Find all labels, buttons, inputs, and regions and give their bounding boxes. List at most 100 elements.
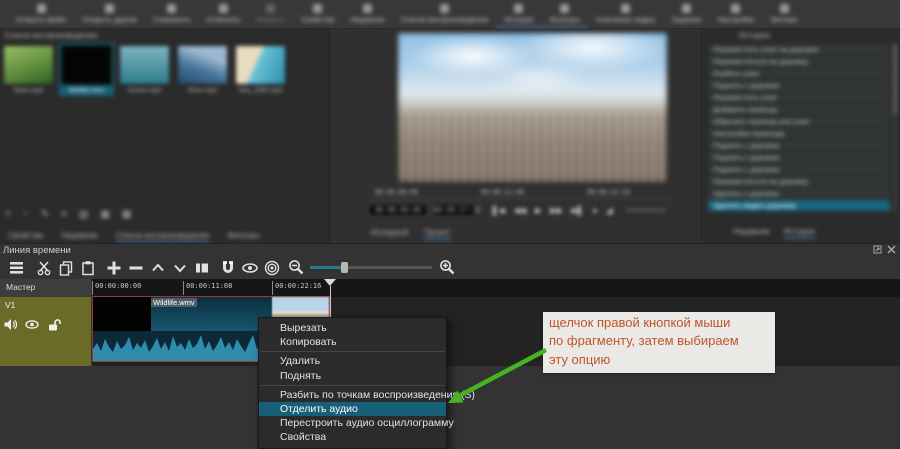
view-tiles-icon[interactable]: ▩ xyxy=(122,209,131,220)
update-icon[interactable]: ✎ xyxy=(41,209,49,220)
tab-filters[interactable]: Фильтры xyxy=(228,231,261,243)
undo-icon xyxy=(219,4,228,13)
tab-properties[interactable]: Свойства xyxy=(8,231,43,243)
loop-icon[interactable]: ● xyxy=(592,206,597,215)
ripple-icon[interactable] xyxy=(261,257,282,278)
scrollbar-thumb[interactable] xyxy=(893,44,897,114)
play-icon[interactable]: ▶ xyxy=(535,206,541,215)
view-icons-icon[interactable]: ▦ xyxy=(100,209,109,220)
history-item[interactable]: Поднять с дорожки xyxy=(708,80,890,91)
track-header-v1[interactable]: V1 xyxy=(0,297,91,366)
playlist-title: Список воспроизведения xyxy=(4,31,98,40)
playlist-item[interactable]: Ocean.mp4 xyxy=(119,45,170,94)
history-item[interactable]: Поднять с дорожки xyxy=(708,140,890,151)
tab-recent-dock[interactable]: Недавние xyxy=(733,227,770,239)
zoom-in-icon[interactable] xyxy=(437,257,458,278)
lock-icon[interactable] xyxy=(47,318,61,331)
history-item[interactable]: Поднять с дорожки xyxy=(708,164,890,175)
history-item[interactable]: Переместить клип xyxy=(708,92,890,103)
jobs-button[interactable]: Задания xyxy=(664,0,710,26)
current-time-field[interactable]: 00:00:00:00 xyxy=(369,204,427,216)
menu-item-cut[interactable]: Вырезать xyxy=(259,321,446,335)
tab-project[interactable]: Проект xyxy=(424,228,450,240)
close-icon[interactable] xyxy=(887,245,896,254)
view-detailed-icon[interactable]: ▤ xyxy=(79,209,88,220)
player-controls: 00:00:00:00 00:00:27:12 ▌◀ ◀◀ ▶ ▶▶ ▶▌ ● … xyxy=(369,203,679,217)
export-button[interactable]: Экспорт xyxy=(762,0,806,26)
redo-button[interactable]: Вернуть xyxy=(249,0,294,26)
timeline-toolbar xyxy=(0,257,900,279)
zoom-slider[interactable] xyxy=(310,266,432,269)
mute-icon[interactable] xyxy=(4,318,17,331)
playhead-handle[interactable] xyxy=(324,279,336,286)
scrub-while-dragging-icon[interactable] xyxy=(239,257,260,278)
history-item[interactable]: Настройки перехода xyxy=(708,128,890,139)
snap-icon[interactable] xyxy=(217,257,238,278)
add-icon[interactable]: + xyxy=(5,209,11,220)
filters-button[interactable]: Фильтры xyxy=(542,0,589,28)
zoom-out-icon[interactable] xyxy=(286,257,307,278)
playlist-item[interactable]: Sea_1080.mp4 xyxy=(235,45,286,94)
recent-button[interactable]: Недавние xyxy=(342,0,392,26)
clip-context-menu: Вырезать Копировать Удалить Поднять Разб… xyxy=(258,317,447,449)
playlist-item[interactable]: Birds.mp4 xyxy=(3,45,54,94)
history-item[interactable]: Разбить клип xyxy=(708,68,890,79)
open-other-button[interactable]: Открыть другое xyxy=(74,0,145,26)
menu-item-remove[interactable]: Удалить xyxy=(259,354,446,368)
menu-icon[interactable]: ≡ xyxy=(61,209,67,220)
undo-button[interactable]: Отменить xyxy=(198,0,248,26)
playlist-button[interactable]: Список воспроизведения xyxy=(393,0,497,26)
undock-icon[interactable] xyxy=(873,245,882,254)
tab-source[interactable]: Исходный xyxy=(371,228,408,240)
timeline-menu-icon[interactable] xyxy=(6,257,27,278)
overwrite-icon[interactable] xyxy=(169,257,190,278)
save-button[interactable]: Сохранить xyxy=(145,0,198,26)
menu-item-rebuild-waveform[interactable]: Перестроить аудио осциллограмму xyxy=(259,416,446,430)
properties-button[interactable]: Свойства xyxy=(293,0,342,26)
clip-last-frame xyxy=(272,297,329,319)
history-button[interactable]: История xyxy=(496,0,541,28)
history-item[interactable]: Добавить переход xyxy=(708,104,890,115)
playlist-item[interactable]: River.mp4 xyxy=(177,45,228,94)
copy-icon[interactable] xyxy=(55,257,76,278)
fast-forward-icon[interactable]: ▶▶ xyxy=(550,206,562,215)
tab-history-dock[interactable]: История xyxy=(784,227,815,239)
history-item[interactable]: Поднять с дорожки xyxy=(708,152,890,163)
volume-slider[interactable] xyxy=(626,209,666,211)
menu-item-copy[interactable]: Копировать xyxy=(259,335,446,349)
split-icon[interactable] xyxy=(191,257,212,278)
timeline-ruler[interactable]: 00:00:00:00 00:00:11:08 00:00:22:16 xyxy=(92,279,900,297)
history-item[interactable]: Переместиться на дорожку xyxy=(708,176,890,187)
menu-item-detach-audio[interactable]: Отделить аудио xyxy=(259,402,446,416)
paste-icon[interactable] xyxy=(77,257,98,278)
history-item[interactable]: Обрезать переход или клип xyxy=(708,116,890,127)
open-file-button[interactable]: Открыть файл xyxy=(8,0,74,26)
history-item[interactable]: Удалить с дорожки xyxy=(708,188,890,199)
keyframes-button[interactable]: Ключевые кадры xyxy=(588,0,663,26)
history-item[interactable]: Переместиться на дорожку xyxy=(708,56,890,67)
volume-icon[interactable]: ◢ xyxy=(606,206,612,215)
lift-icon[interactable] xyxy=(147,257,168,278)
ripple-delete-icon[interactable] xyxy=(125,257,146,278)
menu-item-split[interactable]: Разбить по точкам воспроизведения (S) xyxy=(259,388,446,402)
tab-playlist[interactable]: Список воспроизведения xyxy=(116,231,210,243)
history-item-selected[interactable]: Удалить видео дорожки xyxy=(708,200,890,211)
player-scrub-bar[interactable]: 00:00:00:00 00:00:11:08 00:00:22:16 xyxy=(369,187,671,199)
history-item[interactable]: Переместить клип на дорожке xyxy=(708,44,890,55)
cut-icon[interactable] xyxy=(33,257,54,278)
menu-item-lift[interactable]: Поднять xyxy=(259,369,446,383)
skip-start-icon[interactable]: ▌◀ xyxy=(493,206,505,215)
settings-button[interactable]: Настройки xyxy=(709,0,762,26)
playlist-item-selected[interactable]: Wildlife.wmv xyxy=(61,45,112,94)
save-icon xyxy=(167,4,176,13)
master-track-header[interactable]: Мастер xyxy=(0,279,91,297)
append-icon[interactable] xyxy=(103,257,124,278)
menu-item-properties[interactable]: Свойства xyxy=(259,430,446,444)
hide-icon[interactable] xyxy=(25,318,39,331)
remove-icon[interactable]: − xyxy=(23,209,29,220)
zoom-slider-handle[interactable] xyxy=(341,262,348,273)
rewind-icon[interactable]: ◀◀ xyxy=(514,206,526,215)
history-scrollbar[interactable] xyxy=(893,44,897,212)
tab-recent[interactable]: Недавние xyxy=(61,231,98,243)
skip-end-icon[interactable]: ▶▌ xyxy=(572,206,584,215)
